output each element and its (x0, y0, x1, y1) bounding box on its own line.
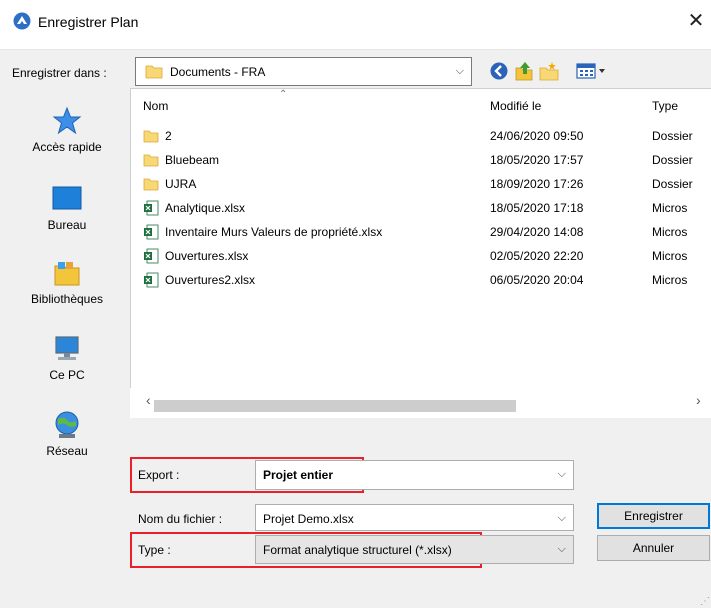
export-value: Projet entier (263, 468, 334, 482)
file-type: Micros (652, 273, 688, 287)
excel-file-icon (144, 200, 159, 216)
desktop-icon (52, 186, 82, 210)
filename-label: Nom du fichier : (138, 512, 223, 526)
computer-icon (55, 336, 79, 360)
new-folder-icon[interactable] (538, 60, 560, 82)
sort-ascending-icon: ⌃ (279, 89, 288, 100)
chevron-down-icon: ⌵ (557, 512, 566, 524)
resize-grip-icon[interactable]: ⋰ (700, 596, 710, 607)
excel-file-icon (144, 224, 159, 240)
back-icon[interactable] (490, 62, 508, 80)
list-item[interactable]: Inventaire Murs Valeurs de propriété.xls… (131, 221, 711, 245)
file-modified: 02/05/2020 22:20 (490, 249, 584, 263)
folder-icon (143, 178, 159, 191)
export-dropdown[interactable]: Projet entier ⌵ (255, 460, 574, 490)
save-in-value: Documents - FRA (170, 65, 266, 79)
file-modified: 18/09/2020 17:26 (490, 177, 584, 191)
place-label: Réseau (46, 444, 88, 458)
file-type: Dossier (652, 177, 693, 191)
list-item[interactable]: Ouvertures.xlsx 02/05/2020 22:20 Micros (131, 245, 711, 269)
file-modified: 18/05/2020 17:57 (490, 153, 584, 167)
list-item[interactable]: Bluebeam 18/05/2020 17:57 Dossier (131, 149, 711, 173)
file-type: Micros (652, 201, 688, 215)
window-title: Enregistrer Plan (38, 14, 139, 30)
folder-icon (145, 65, 163, 79)
list-item[interactable]: Analytique.xlsx 18/05/2020 17:18 Micros (131, 197, 711, 221)
save-in-dropdown[interactable]: Documents - FRA ⌵ (135, 57, 472, 86)
file-name: Ouvertures2.xlsx (165, 273, 256, 287)
list-item[interactable]: UJRA 18/09/2020 17:26 Dossier (131, 173, 711, 197)
excel-file-icon (144, 248, 159, 264)
place-label: Ce PC (49, 368, 85, 382)
place-desktop[interactable]: Bureau (12, 184, 122, 232)
places-bar: Accès rapide Bureau Bibliothèques Ce PC … (12, 90, 122, 490)
app-icon (13, 12, 31, 30)
excel-file-icon (144, 272, 159, 288)
place-this-pc[interactable]: Ce PC (12, 334, 122, 382)
horizontal-scrollbar[interactable]: ‹ › (130, 388, 711, 418)
file-list[interactable]: ⌃ Nom Modifié le Type 2 24/06/2020 09:50… (130, 88, 711, 418)
column-header-modified[interactable]: Modifié le (490, 99, 541, 113)
file-name: Bluebeam (165, 153, 220, 167)
scroll-right-icon[interactable]: › (696, 392, 701, 408)
place-label: Bureau (47, 218, 87, 232)
chevron-down-icon: ⌵ (557, 543, 566, 555)
file-modified: 18/05/2020 17:18 (490, 201, 584, 215)
place-label: Bibliothèques (30, 292, 104, 306)
type-dropdown[interactable]: Format analytique structurel (*.xlsx) ⌵ (255, 535, 574, 564)
file-name: 2 (165, 129, 172, 143)
file-modified: 29/04/2020 14:08 (490, 225, 584, 239)
view-menu-icon[interactable] (576, 62, 612, 80)
file-name: Analytique.xlsx (165, 201, 246, 215)
place-network[interactable]: Réseau (12, 410, 122, 458)
filename-value: Projet Demo.xlsx (263, 512, 354, 526)
chevron-down-icon: ⌵ (455, 65, 464, 77)
star-icon (52, 106, 82, 135)
scroll-left-icon[interactable]: ‹ (146, 392, 151, 408)
file-modified: 24/06/2020 09:50 (490, 129, 584, 143)
libraries-icon (54, 262, 80, 286)
file-name: UJRA (165, 177, 197, 191)
file-name: Ouvertures.xlsx (165, 249, 249, 263)
export-label: Export : (138, 468, 180, 482)
place-libraries[interactable]: Bibliothèques (12, 258, 122, 306)
file-type: Dossier (652, 129, 693, 143)
cancel-button[interactable]: Annuler (597, 535, 710, 561)
place-label: Accès rapide (32, 140, 102, 154)
list-item[interactable]: 2 24/06/2020 09:50 Dossier (131, 125, 711, 149)
up-folder-icon[interactable] (514, 60, 534, 82)
place-quick-access[interactable]: Accès rapide (12, 106, 122, 154)
scroll-thumb[interactable] (154, 400, 516, 412)
chevron-down-icon: ⌵ (557, 468, 566, 480)
save-button[interactable]: Enregistrer (597, 503, 710, 529)
file-type: Dossier (652, 153, 693, 167)
type-label: Type : (138, 543, 171, 557)
file-modified: 06/05/2020 20:04 (490, 273, 584, 287)
save-in-label: Enregistrer dans : (12, 66, 107, 80)
list-item[interactable]: Ouvertures2.xlsx 06/05/2020 20:04 Micros (131, 269, 711, 293)
close-icon[interactable]: ✕ (686, 11, 706, 32)
column-header-name[interactable]: Nom (143, 99, 168, 113)
title-bar: Enregistrer Plan ✕ (0, 0, 711, 50)
type-value: Format analytique structurel (*.xlsx) (263, 543, 452, 557)
network-icon (55, 411, 79, 438)
file-type: Micros (652, 225, 688, 239)
folder-icon (143, 130, 159, 143)
file-name: Inventaire Murs Valeurs de propriété.xls… (165, 225, 383, 239)
folder-icon (143, 154, 159, 167)
filename-field[interactable]: Projet Demo.xlsx ⌵ (255, 504, 574, 531)
file-type: Micros (652, 249, 688, 263)
column-header-type[interactable]: Type (652, 99, 678, 113)
